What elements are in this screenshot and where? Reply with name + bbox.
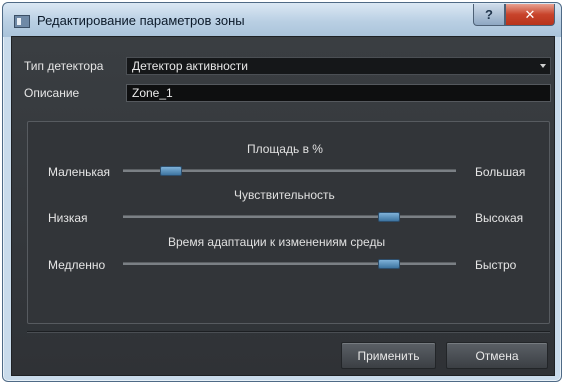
- divider: [27, 331, 550, 333]
- sliders-group: Площадь в % Маленькая Большая Чувствител…: [27, 121, 550, 324]
- window-title: Редактирование параметров зоны: [37, 13, 245, 28]
- sensitivity-slider-thumb[interactable]: [378, 212, 400, 222]
- adaptation-min-label: Медленно: [48, 258, 106, 272]
- detector-type-label: Тип детектора: [24, 59, 104, 73]
- adaptation-slider-title: Время адаптации к изменениям среды: [168, 235, 386, 249]
- detector-type-select[interactable]: Детектор активности: [126, 57, 551, 75]
- close-icon: ✕: [524, 6, 536, 22]
- area-max-label: Большая: [475, 165, 526, 179]
- close-button[interactable]: ✕: [505, 4, 555, 26]
- dialog-client-area: Тип детектора Детектор активности Описан…: [11, 36, 555, 376]
- area-slider-thumb[interactable]: [160, 166, 182, 176]
- help-icon: ?: [485, 7, 493, 22]
- title-bar: Редактирование параметров зоны ? ✕: [3, 3, 561, 37]
- area-slider-title: Площадь в %: [247, 142, 323, 156]
- adaptation-slider-track[interactable]: [123, 259, 456, 269]
- adaptation-slider-thumb[interactable]: [378, 259, 400, 269]
- sensitivity-slider-track[interactable]: [123, 212, 456, 222]
- sensitivity-max-label: Высокая: [475, 211, 524, 225]
- chevron-down-icon: [540, 64, 546, 68]
- window-icon: [14, 15, 30, 28]
- description-value: Zone_1: [132, 86, 173, 100]
- apply-button[interactable]: Применить: [341, 342, 436, 369]
- dialog-window: Редактирование параметров зоны ? ✕ Тип д…: [2, 2, 562, 382]
- sensitivity-slider-title: Чувствительность: [234, 188, 335, 202]
- area-slider-track[interactable]: [123, 166, 456, 176]
- help-button[interactable]: ?: [473, 4, 505, 26]
- sensitivity-min-label: Низкая: [48, 211, 88, 225]
- cancel-button[interactable]: Отмена: [446, 342, 548, 369]
- description-label: Описание: [24, 86, 80, 100]
- adaptation-max-label: Быстро: [475, 258, 517, 272]
- detector-type-value: Детектор активности: [132, 59, 248, 73]
- description-input[interactable]: Zone_1: [126, 84, 551, 102]
- area-min-label: Маленькая: [48, 165, 111, 179]
